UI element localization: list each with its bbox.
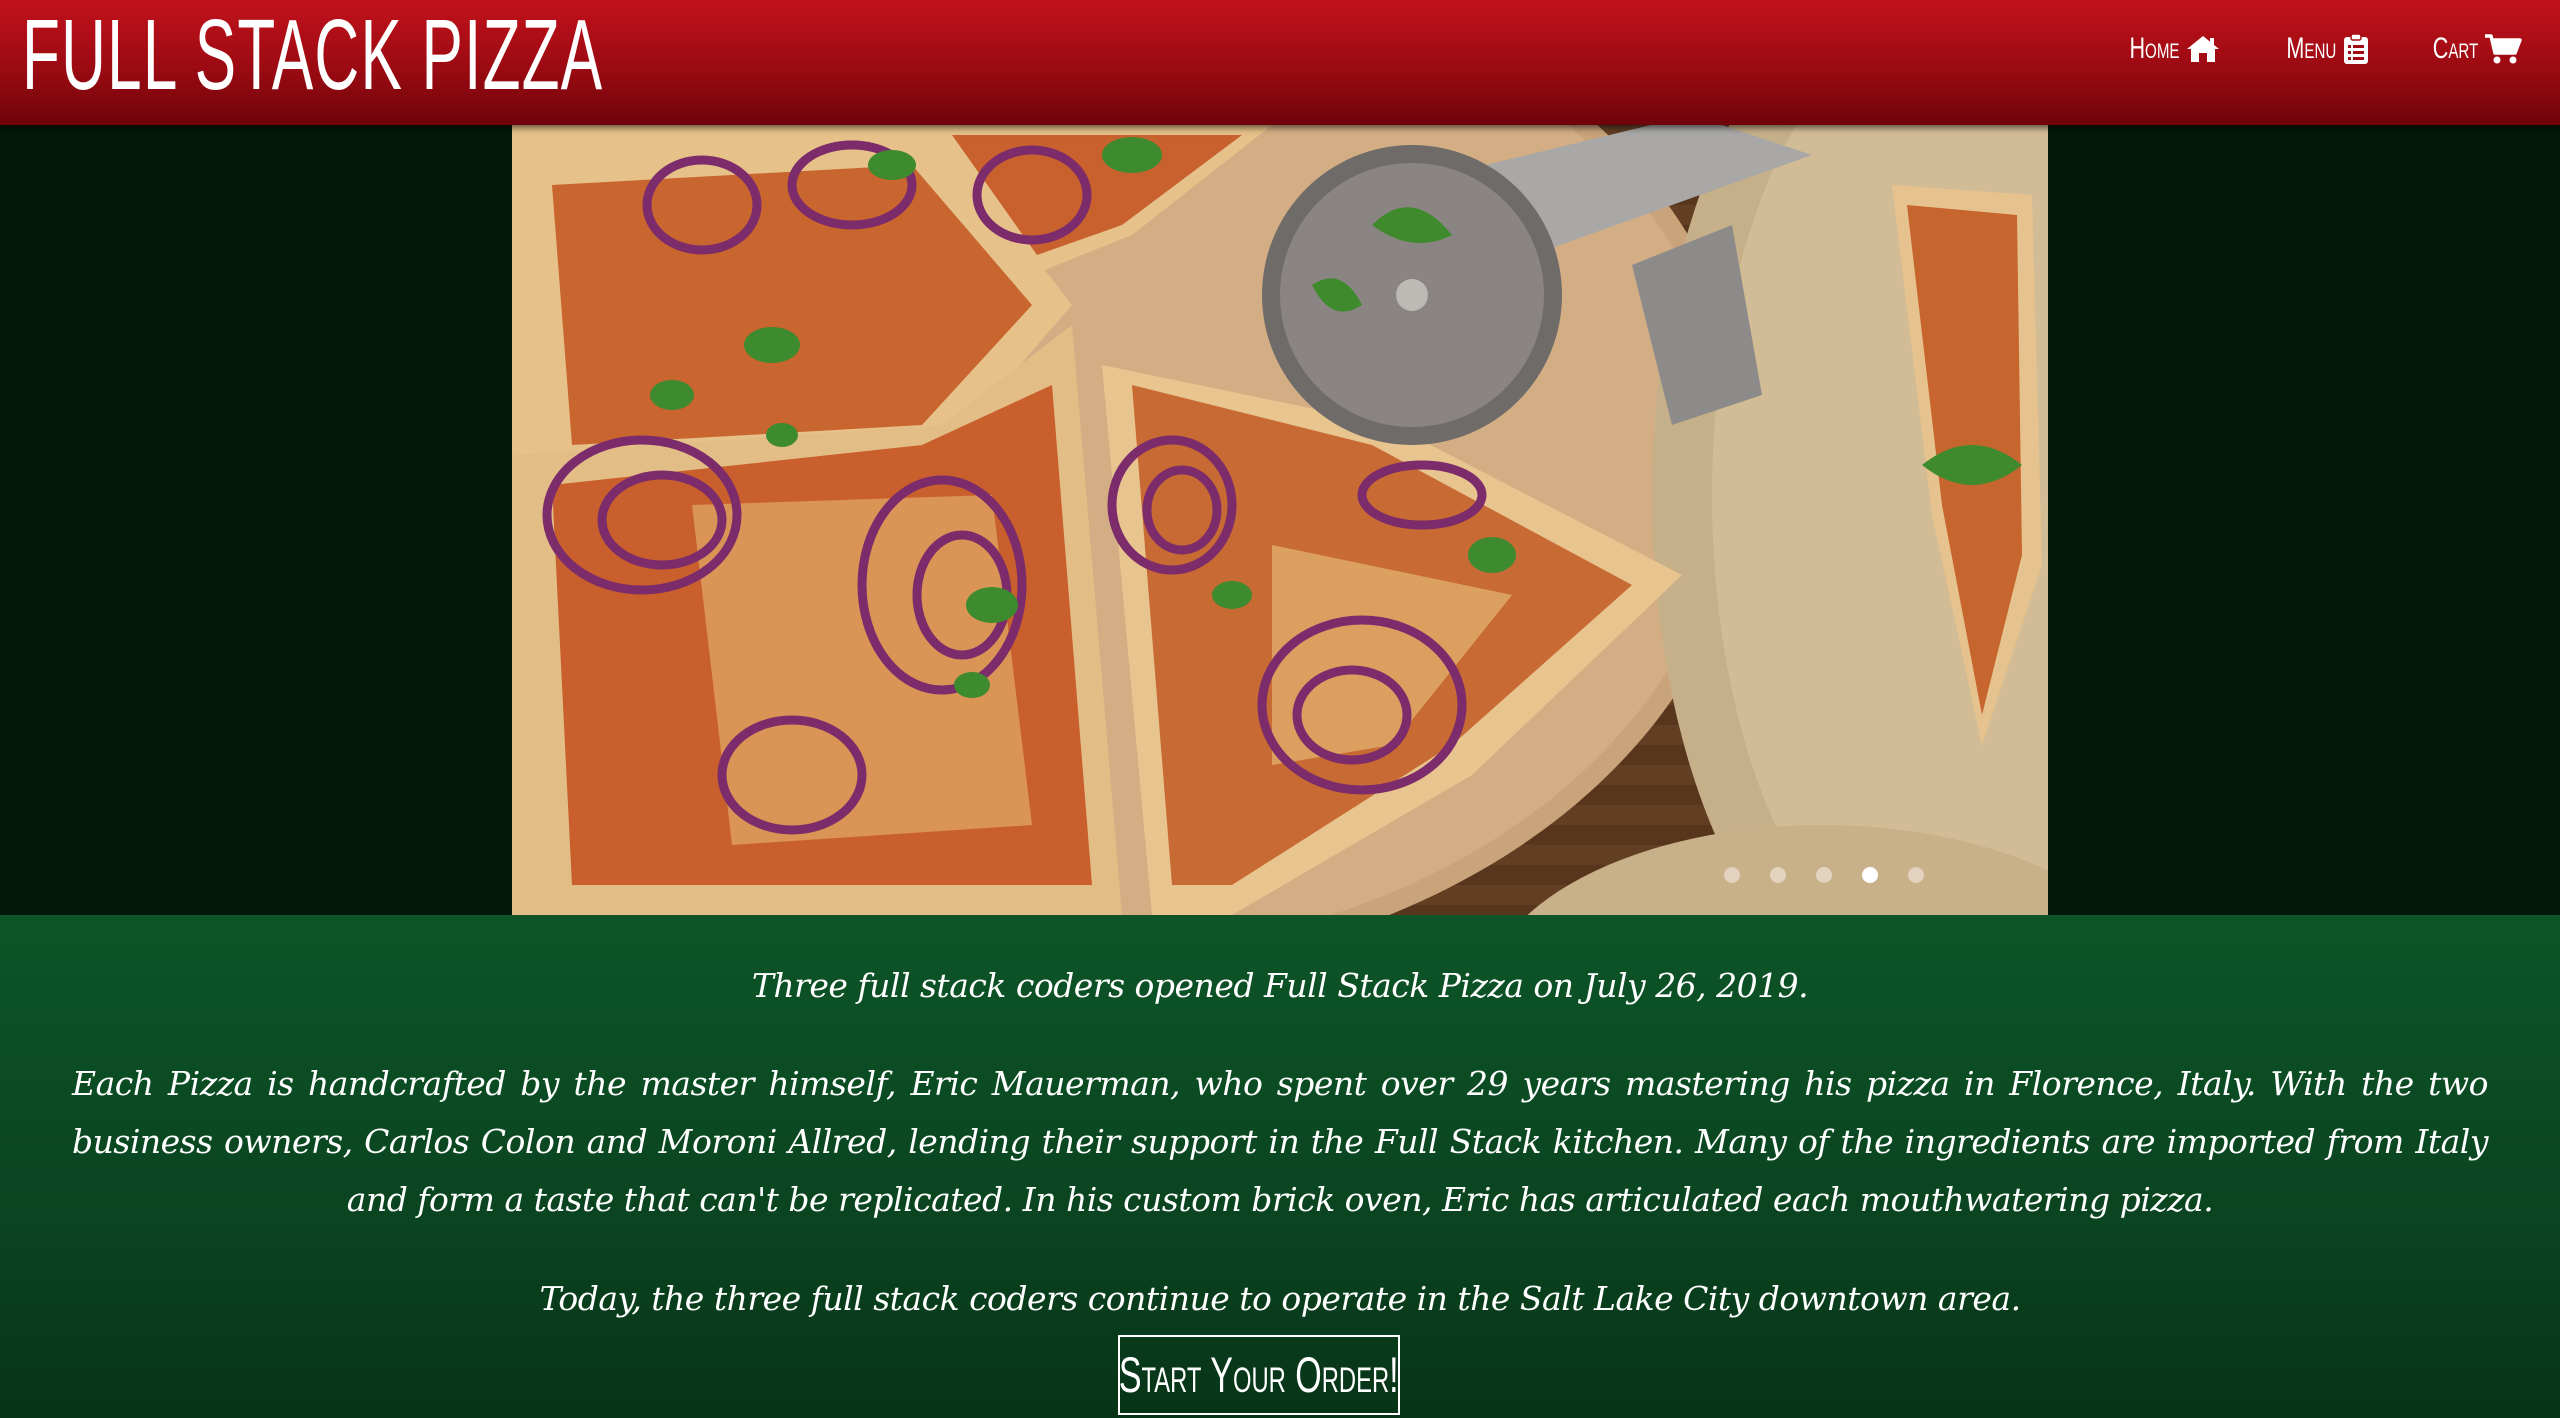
- nav-cart-link[interactable]: Cart: [2415, 32, 2522, 66]
- about-paragraph-2: Each Pizza is handcrafted by the master …: [72, 1064, 2489, 1219]
- start-order-label: Start Your Order!: [1119, 1347, 1399, 1403]
- about-paragraph-1: Three full stack coders opened Full Stac…: [751, 966, 1809, 1005]
- clipboard-icon: [2343, 33, 2369, 65]
- navbar: FULL STACK PIZZA Home Menu Cart: [0, 0, 2560, 125]
- about-section: Three full stack coders opened Full Stac…: [0, 915, 2560, 1418]
- carousel-indicator[interactable]: [1724, 867, 1740, 883]
- nav-home-label: Home: [2129, 32, 2180, 65]
- hero-carousel: [0, 125, 2560, 915]
- carousel-indicators: [1724, 867, 1924, 883]
- carousel-slide-image: [512, 125, 2048, 915]
- nav-cart-label: Cart: [2432, 32, 2478, 65]
- nav-menu-link[interactable]: Menu: [2267, 32, 2368, 66]
- brand-title[interactable]: FULL STACK PIZZA: [22, 0, 603, 110]
- nav-links: Home Menu Cart: [2110, 24, 2522, 74]
- carousel-indicator[interactable]: [1908, 867, 1924, 883]
- cart-icon: [2484, 33, 2522, 65]
- about-paragraph-3: Today, the three full stack coders conti…: [539, 1279, 2021, 1318]
- carousel-indicator[interactable]: [1816, 867, 1832, 883]
- nav-home-link[interactable]: Home: [2110, 32, 2222, 66]
- nav-menu-label: Menu: [2286, 32, 2337, 65]
- carousel-indicator[interactable]: [1770, 867, 1786, 883]
- start-order-button[interactable]: Start Your Order!: [1118, 1335, 1400, 1415]
- home-icon: [2185, 34, 2221, 64]
- carousel-indicator-active[interactable]: [1862, 867, 1878, 883]
